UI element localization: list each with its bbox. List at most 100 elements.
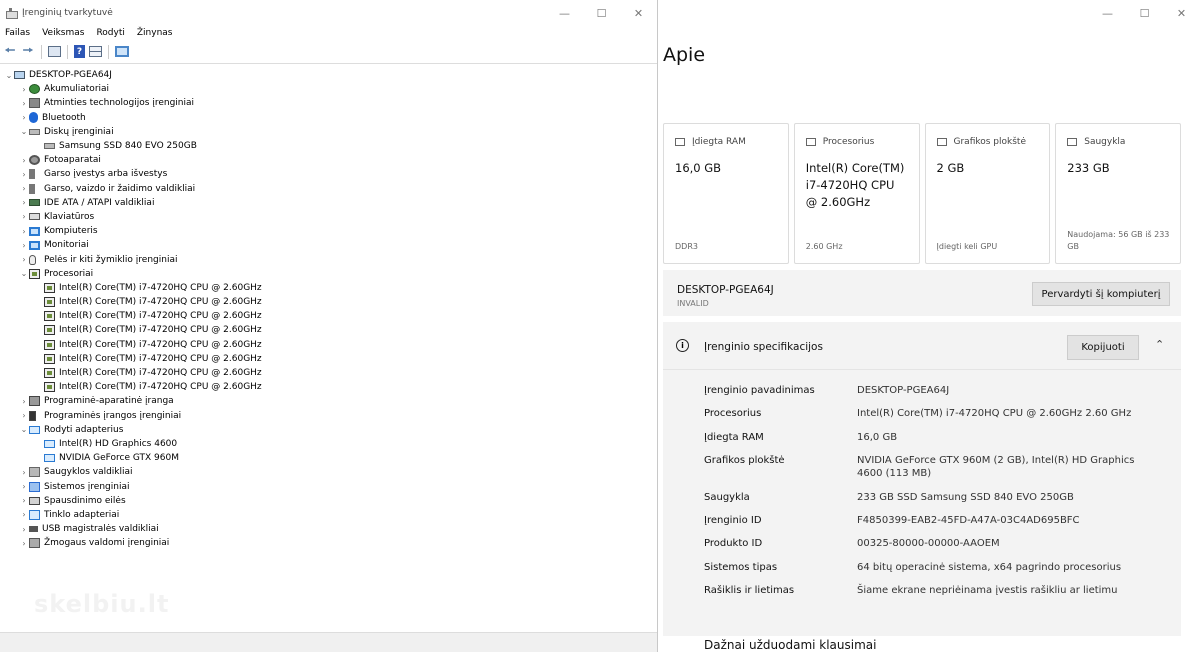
- tree-category[interactable]: › Saugyklos valdikliai: [0, 465, 657, 479]
- tree-label: Intel(R) Core(TM) i7-4720HQ CPU @ 2.60GH…: [59, 368, 262, 379]
- expand-chevron-right-icon[interactable]: ›: [19, 212, 29, 221]
- expand-chevron-down-icon[interactable]: ⌄: [19, 127, 29, 136]
- scan-hardware-icon[interactable]: [115, 46, 129, 57]
- expand-chevron-right-icon[interactable]: ›: [19, 397, 29, 406]
- tree-label: Sistemos įrenginiai: [44, 481, 130, 492]
- tree-category[interactable]: › Programinė-aparatinė įranga: [0, 394, 657, 408]
- tree-label: Tinklo adapteriai: [44, 509, 120, 520]
- expand-chevron-down-icon[interactable]: ⌄: [19, 269, 29, 278]
- tree-category[interactable]: › Bluetooth: [0, 111, 657, 125]
- tree-device[interactable]: Intel(R) Core(TM) i7-4720HQ CPU @ 2.60GH…: [0, 323, 657, 337]
- expand-chevron-right-icon[interactable]: ›: [19, 198, 29, 207]
- copy-button[interactable]: Kopijuoti: [1067, 335, 1139, 360]
- cpu-icon: [44, 339, 55, 350]
- cpu-icon: [44, 382, 55, 393]
- close-button[interactable]: ✕: [1163, 0, 1200, 26]
- card-value: Intel(R) Core(TM) i7-4720HQ CPU @ 2.60GH…: [805, 161, 905, 209]
- tree-device[interactable]: NVIDIA GeForce GTX 960M: [0, 451, 657, 465]
- tree-category[interactable]: › USB magistralės valdikliai: [0, 522, 657, 536]
- tree-category[interactable]: › Kompiuteris: [0, 224, 657, 238]
- tree-category[interactable]: ⌄ Diskų įrenginiai: [0, 125, 657, 139]
- toolbar-separator: [108, 44, 109, 59]
- cpu-icon: [44, 297, 55, 308]
- tree-category[interactable]: ⌄ Rodyti adapterius: [0, 423, 657, 437]
- chevron-up-icon[interactable]: ⌃: [1155, 338, 1164, 351]
- card-label: Procesorius: [822, 137, 875, 147]
- minimize-button[interactable]: —: [546, 0, 583, 26]
- expand-chevron-right-icon[interactable]: ›: [19, 113, 29, 122]
- expand-chevron-right-icon[interactable]: ›: [19, 227, 29, 236]
- tree-root[interactable]: ⌄ DESKTOP-PGEA64J: [0, 68, 657, 82]
- tree-category[interactable]: › Akumuliatoriai: [0, 82, 657, 96]
- menu-view[interactable]: Rodyti: [96, 28, 124, 38]
- tree-device[interactable]: Intel(R) Core(TM) i7-4720HQ CPU @ 2.60GH…: [0, 338, 657, 352]
- tree-device[interactable]: Intel(R) Core(TM) i7-4720HQ CPU @ 2.60GH…: [0, 366, 657, 380]
- rename-pc-button[interactable]: Pervardyti šį kompiuterį: [1032, 282, 1170, 306]
- menu-action[interactable]: Veiksmas: [42, 28, 84, 38]
- tree-category[interactable]: › Garso, vaizdo ir žaidimo valdikliai: [0, 182, 657, 196]
- tree-label: IDE ATA / ATAPI valdikliai: [44, 197, 155, 208]
- help-icon[interactable]: ?: [74, 45, 85, 58]
- menu-bar: Failas Veiksmas Rodyti Žinynas: [0, 26, 657, 40]
- device-tree: ⌄ DESKTOP-PGEA64J › Akumuliatoriai › Atmintie…: [0, 64, 657, 550]
- properties-icon[interactable]: [89, 46, 102, 57]
- expand-chevron-right-icon[interactable]: ›: [19, 170, 29, 179]
- tree-category[interactable]: › Atminties technologijos įrenginiai: [0, 96, 657, 110]
- expand-chevron-right-icon[interactable]: ›: [19, 539, 29, 548]
- tree-device[interactable]: Intel(R) Core(TM) i7-4720HQ CPU @ 2.60GH…: [0, 281, 657, 295]
- tree-label: Intel(R) Core(TM) i7-4720HQ CPU @ 2.60GH…: [59, 325, 262, 336]
- tree-category[interactable]: ⌄ Procesoriai: [0, 267, 657, 281]
- tree-category[interactable]: › Programinės įrangos įrenginiai: [0, 409, 657, 423]
- tree-device[interactable]: Intel(R) Core(TM) i7-4720HQ CPU @ 2.60GH…: [0, 380, 657, 394]
- tree-category[interactable]: › Tinklo adapteriai: [0, 508, 657, 522]
- expand-chevron-right-icon[interactable]: ›: [19, 241, 29, 250]
- tree-category[interactable]: › Klaviatūros: [0, 210, 657, 224]
- tree-category[interactable]: › IDE ATA / ATAPI valdikliai: [0, 196, 657, 210]
- about-titlebar: — ☐ ✕: [659, 0, 1200, 26]
- forward-arrow-icon[interactable]: 🠖: [21, 43, 35, 59]
- expand-chevron-right-icon[interactable]: ›: [19, 482, 29, 491]
- menu-file[interactable]: Failas: [5, 28, 30, 38]
- maximize-button[interactable]: ☐: [583, 0, 620, 26]
- expand-chevron-right-icon[interactable]: ›: [19, 156, 29, 165]
- tree-device[interactable]: Intel(R) Core(TM) i7-4720HQ CPU @ 2.60GH…: [0, 352, 657, 366]
- human-interface-icon: [29, 538, 40, 549]
- tree-category[interactable]: › Žmogaus valdomi įrenginiai: [0, 536, 657, 550]
- show-hide-console-tree-icon[interactable]: [48, 46, 61, 57]
- storage-controller-icon: [29, 467, 40, 478]
- spec-key: Rašiklis ir lietimas: [704, 585, 795, 597]
- tree-category[interactable]: › Sistemos įrenginiai: [0, 479, 657, 493]
- menu-help[interactable]: Žinynas: [137, 28, 173, 38]
- expand-chevron-right-icon[interactable]: ›: [19, 99, 29, 108]
- tree-device[interactable]: Intel(R) Core(TM) i7-4720HQ CPU @ 2.60GH…: [0, 309, 657, 323]
- expand-chevron-right-icon[interactable]: ›: [19, 525, 29, 534]
- system-device-icon: [29, 481, 40, 492]
- spec-key: Procesorius: [704, 408, 762, 420]
- expand-chevron-right-icon[interactable]: ›: [19, 85, 29, 94]
- expand-chevron-right-icon[interactable]: ›: [19, 411, 29, 420]
- expand-chevron-right-icon[interactable]: ›: [19, 510, 29, 519]
- minimize-button[interactable]: —: [1089, 0, 1126, 26]
- expand-chevron-right-icon[interactable]: ›: [19, 496, 29, 505]
- tree-device[interactable]: Samsung SSD 840 EVO 250GB: [0, 139, 657, 153]
- tree-category[interactable]: › Monitoriai: [0, 238, 657, 252]
- tree-category[interactable]: › Fotoaparatai: [0, 153, 657, 167]
- expand-chevron-down-icon[interactable]: ⌄: [4, 71, 14, 80]
- close-button[interactable]: ✕: [620, 0, 657, 26]
- tree-device[interactable]: Intel(R) HD Graphics 4600: [0, 437, 657, 451]
- back-arrow-icon[interactable]: 🠔: [3, 43, 17, 59]
- expand-chevron-right-icon[interactable]: ›: [19, 255, 29, 264]
- expand-chevron-right-icon[interactable]: ›: [19, 468, 29, 477]
- tree-category[interactable]: › Garso įvestys arba išvestys: [0, 167, 657, 181]
- tree-label: Kompiuteris: [44, 226, 98, 237]
- expand-chevron-right-icon[interactable]: ›: [19, 184, 29, 193]
- spec-row: Rašiklis ir lietimas Šiame ekrane nepriėi…: [704, 584, 1157, 597]
- tree-category[interactable]: › Pelės ir kiti žymiklio įrenginiai: [0, 252, 657, 266]
- device-specifications-header[interactable]: i Įrenginio specifikacijos Kopijuoti ⌃: [663, 322, 1181, 370]
- expand-chevron-down-icon[interactable]: ⌄: [19, 425, 29, 434]
- tree-device[interactable]: Intel(R) Core(TM) i7-4720HQ CPU @ 2.60GH…: [0, 295, 657, 309]
- ram-icon: [675, 138, 685, 146]
- faq-title[interactable]: Dažnai užduodami klausimai: [704, 638, 876, 652]
- tree-category[interactable]: › Spausdinimo eilės: [0, 494, 657, 508]
- maximize-button[interactable]: ☐: [1126, 0, 1163, 26]
